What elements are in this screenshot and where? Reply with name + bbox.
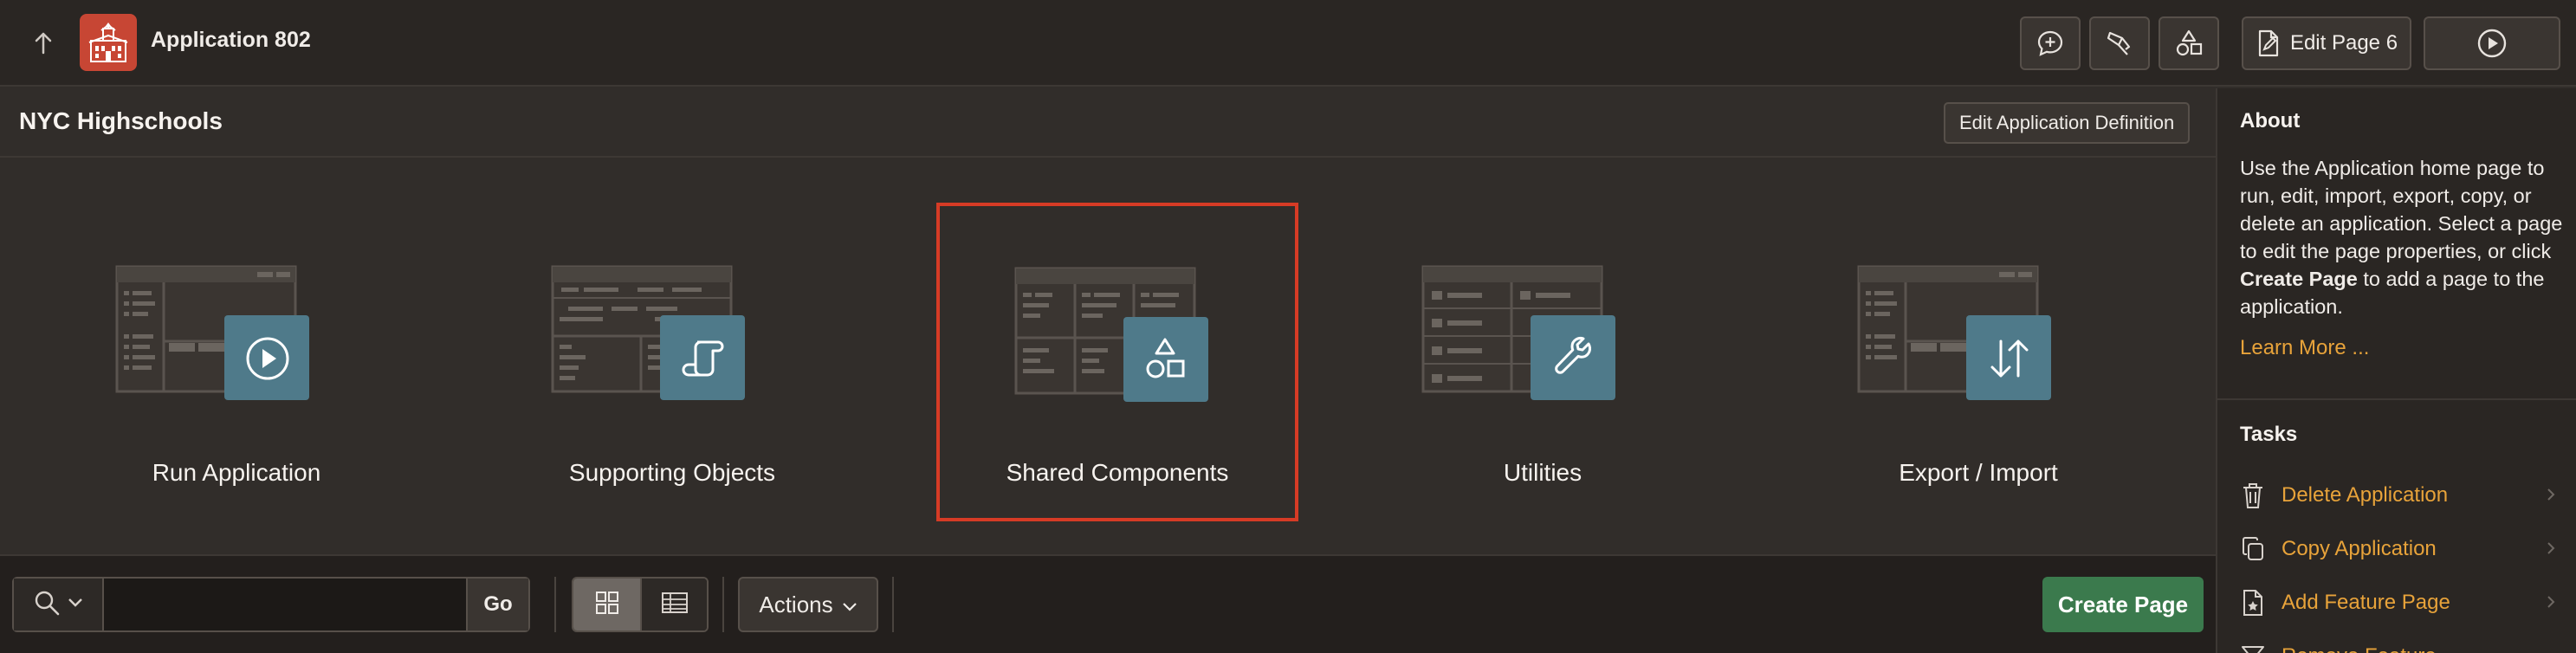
trash-icon bbox=[2240, 481, 2266, 510]
search-input[interactable] bbox=[104, 579, 466, 630]
tile-run-application[interactable]: Run Application bbox=[56, 203, 417, 520]
about-heading: About bbox=[2240, 109, 2301, 133]
task-remove-feature[interactable]: Remove Feature bbox=[2240, 639, 2555, 653]
tile-label: Utilities bbox=[1503, 459, 1582, 486]
copy-icon bbox=[2240, 534, 2266, 564]
app-logo-icon[interactable] bbox=[80, 14, 137, 71]
funnel-icon bbox=[2240, 642, 2266, 653]
grid-icon bbox=[594, 590, 620, 620]
app-title: Application 802 bbox=[151, 28, 311, 52]
task-delete-application[interactable]: Delete Application bbox=[2240, 478, 2555, 513]
run-page-button[interactable] bbox=[2424, 16, 2560, 70]
actions-label: Actions bbox=[759, 591, 833, 617]
tile-label: Export / Import bbox=[1899, 459, 2058, 486]
search-icon bbox=[33, 589, 61, 621]
task-copy-application[interactable]: Copy Application bbox=[2240, 532, 2555, 566]
icon-view-button[interactable] bbox=[573, 579, 640, 630]
edit-document-icon bbox=[2256, 29, 2282, 58]
chevron-right-icon bbox=[2547, 538, 2555, 560]
divider bbox=[722, 577, 724, 632]
search-bar: Go bbox=[12, 577, 530, 632]
view-toggle bbox=[572, 577, 709, 632]
play-icon bbox=[226, 317, 309, 400]
shared-components-button[interactable] bbox=[2159, 16, 2219, 70]
comment-plus-icon bbox=[2036, 29, 2065, 58]
about-text-bold: Create Page bbox=[2240, 268, 2358, 290]
page-title: NYC Highschools bbox=[19, 107, 223, 134]
shapes-icon bbox=[1123, 317, 1207, 400]
play-circle-icon bbox=[2476, 28, 2508, 59]
table-icon bbox=[661, 591, 689, 619]
top-bar: Application 802 Edit Page 6 bbox=[0, 0, 2576, 87]
tile-utilities[interactable]: Utilities bbox=[1362, 203, 1723, 520]
chevron-down-icon bbox=[68, 597, 83, 612]
report-view-button[interactable] bbox=[640, 579, 707, 630]
bottom-toolbar: Go Actions Create Page bbox=[0, 554, 2216, 653]
scroll-icon bbox=[662, 317, 745, 400]
up-arrow-icon[interactable] bbox=[24, 24, 62, 62]
chevron-right-icon bbox=[2547, 592, 2555, 614]
learn-more-link[interactable]: Learn More ... bbox=[2240, 336, 2369, 360]
debug-button[interactable] bbox=[2089, 16, 2150, 70]
task-label: Add Feature Page bbox=[2282, 591, 2450, 614]
divider bbox=[892, 577, 894, 632]
search-options-dropdown[interactable] bbox=[14, 579, 104, 630]
edit-page-button[interactable]: Edit Page 6 bbox=[2242, 16, 2411, 70]
wrench-icon bbox=[1532, 317, 1615, 400]
chevron-down-icon bbox=[842, 592, 858, 618]
tile-supporting-objects[interactable]: Supporting Objects bbox=[492, 203, 852, 520]
create-page-button[interactable]: Create Page bbox=[2042, 577, 2204, 632]
edit-page-label: Edit Page 6 bbox=[2289, 31, 2398, 55]
tile-label: Run Application bbox=[152, 459, 321, 486]
task-label: Remove Feature bbox=[2282, 644, 2555, 653]
tile-export-import[interactable]: Export / Import bbox=[1798, 203, 2159, 520]
comment-button[interactable] bbox=[2020, 16, 2081, 70]
about-text: Use the Application home page to run, ed… bbox=[2240, 154, 2566, 320]
right-sidebar: About Use the Application home page to r… bbox=[2216, 88, 2576, 653]
divider bbox=[2217, 398, 2576, 400]
shapes-icon bbox=[2174, 29, 2204, 58]
about-text-part: Use the Application home page to run, ed… bbox=[2240, 157, 2563, 262]
edit-application-definition-button[interactable]: Edit Application Definition bbox=[1944, 102, 2191, 144]
region-header: NYC Highschools Edit Application Definit… bbox=[0, 88, 2216, 158]
broom-icon bbox=[2105, 29, 2134, 58]
actions-menu-button[interactable]: Actions bbox=[738, 577, 878, 632]
tile-shared-components[interactable]: Shared Components bbox=[936, 203, 1298, 521]
tile-label: Shared Components bbox=[1006, 459, 1229, 486]
application-tiles: Run Application Supporting Objects Share… bbox=[0, 158, 2216, 553]
feature-page-icon bbox=[2240, 588, 2266, 617]
arrows-up-down-icon bbox=[1968, 317, 2051, 400]
chevron-right-icon bbox=[2547, 484, 2555, 507]
go-button[interactable]: Go bbox=[466, 579, 528, 630]
tasks-heading: Tasks bbox=[2240, 423, 2298, 446]
task-label: Copy Application bbox=[2282, 537, 2437, 560]
divider bbox=[554, 577, 556, 632]
tile-label: Supporting Objects bbox=[568, 459, 776, 486]
task-label: Delete Application bbox=[2282, 483, 2449, 507]
task-add-feature-page[interactable]: Add Feature Page bbox=[2240, 585, 2555, 620]
